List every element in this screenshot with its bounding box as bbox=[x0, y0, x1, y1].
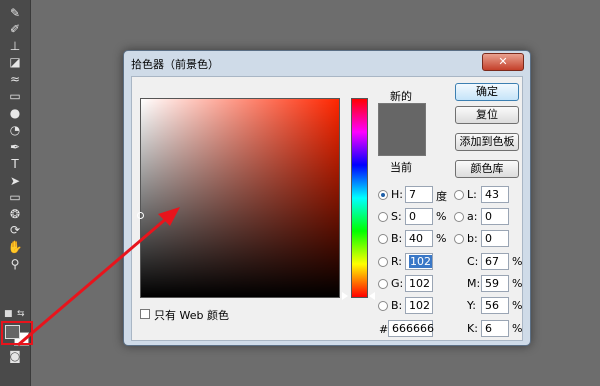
color-field-marker[interactable] bbox=[137, 212, 144, 219]
dodge-icon[interactable]: ◔ bbox=[6, 123, 24, 137]
dialog-titlebar[interactable]: 拾色器（前景色） ✕ bbox=[124, 51, 530, 73]
lab-b-radio[interactable] bbox=[454, 234, 464, 244]
saturation-input[interactable]: 0 bbox=[405, 208, 433, 225]
brightness-label: B: bbox=[391, 232, 403, 245]
cyan-input[interactable]: 67 bbox=[481, 253, 509, 270]
blue-input[interactable]: 102 bbox=[405, 297, 433, 314]
saturation-unit: % bbox=[436, 210, 447, 223]
lab-b-input[interactable]: 0 bbox=[481, 230, 509, 247]
red-input-value: 102 bbox=[409, 255, 432, 268]
brightness-unit: % bbox=[436, 232, 447, 245]
lab-a-input[interactable]: 0 bbox=[481, 208, 509, 225]
smudge-icon[interactable]: ≈ bbox=[6, 72, 24, 86]
eraser-icon[interactable]: ◪ bbox=[6, 55, 24, 69]
hue-slider-right-arrow-icon[interactable] bbox=[369, 292, 375, 300]
dialog-client: 只有 Web 颜色 新的 当前 确定 复位 添加到色板 颜色库 H: 7 度 S… bbox=[131, 76, 523, 341]
saturation-label: S: bbox=[391, 210, 402, 223]
lab-l-input[interactable]: 43 bbox=[481, 186, 509, 203]
saturation-radio[interactable] bbox=[378, 212, 388, 222]
stamp-icon[interactable]: ⊥ bbox=[6, 39, 24, 53]
swatch-highlight-box bbox=[1, 321, 33, 345]
3d-rotate-icon[interactable]: ❂ bbox=[6, 207, 24, 221]
current-color-label: 当前 bbox=[390, 161, 412, 174]
3d-orbit-icon[interactable]: ⟳ bbox=[6, 223, 24, 237]
hex-label: # bbox=[379, 323, 389, 336]
hue-radio[interactable] bbox=[378, 190, 388, 200]
hue-slider[interactable] bbox=[351, 98, 368, 298]
web-only-checkbox[interactable] bbox=[140, 309, 150, 319]
green-label: G: bbox=[391, 277, 404, 290]
hue-label: H: bbox=[391, 188, 403, 201]
blue-label: B: bbox=[391, 299, 403, 312]
black-input[interactable]: 6 bbox=[481, 320, 509, 337]
color-field[interactable] bbox=[137, 98, 340, 298]
hand-icon[interactable]: ✋ bbox=[6, 240, 24, 254]
brightness-input[interactable]: 40 bbox=[405, 230, 433, 247]
cyan-unit: % bbox=[512, 255, 523, 268]
yellow-input[interactable]: 56 bbox=[481, 297, 509, 314]
gradient-icon[interactable]: ▭ bbox=[6, 89, 24, 103]
lab-a-radio[interactable] bbox=[454, 212, 464, 222]
brush-icon[interactable]: ✐ bbox=[6, 22, 24, 36]
history-brush-icon[interactable]: ✎ bbox=[6, 6, 24, 20]
yellow-unit: % bbox=[512, 299, 523, 312]
quick-mask-icon[interactable]: ◙ bbox=[6, 349, 24, 363]
swap-colors-icon[interactable]: ⇆ bbox=[17, 309, 25, 319]
cyan-label: C: bbox=[467, 255, 479, 268]
add-to-swatches-button[interactable]: 添加到色板 bbox=[455, 133, 519, 151]
toolbox: ✎ ✐ ⊥ ◪ ≈ ▭ ● ◔ ✒ T ➤ ▭ ❂ ⟳ ✋ ⚲ ■ ⇆ ◙ bbox=[0, 0, 33, 386]
blur-icon[interactable]: ● bbox=[6, 106, 24, 120]
magenta-label: M: bbox=[467, 277, 481, 290]
zoom-icon[interactable]: ⚲ bbox=[6, 257, 24, 271]
black-unit: % bbox=[512, 322, 523, 335]
ok-button[interactable]: 确定 bbox=[455, 83, 519, 101]
magenta-input[interactable]: 59 bbox=[481, 275, 509, 292]
color-picker-dialog: 拾色器（前景色） ✕ 只有 Web 颜色 新的 当前 确定 复位 添加到色板 颜… bbox=[123, 50, 531, 346]
pen-icon[interactable]: ✒ bbox=[6, 140, 24, 154]
web-only-label: 只有 Web 颜色 bbox=[154, 309, 229, 322]
hue-slider-left-arrow-icon[interactable] bbox=[342, 292, 348, 300]
blue-radio[interactable] bbox=[378, 301, 388, 311]
red-input[interactable]: 102 bbox=[405, 253, 433, 270]
green-radio[interactable] bbox=[378, 279, 388, 289]
black-label: K: bbox=[467, 322, 478, 335]
lab-l-label: L: bbox=[467, 188, 477, 201]
new-color-label: 新的 bbox=[390, 90, 412, 103]
lab-a-label: a: bbox=[467, 210, 478, 223]
yellow-label: Y: bbox=[467, 299, 476, 312]
hue-input[interactable]: 7 bbox=[405, 186, 433, 203]
default-colors-icon[interactable]: ■ bbox=[4, 309, 13, 319]
reset-button[interactable]: 复位 bbox=[455, 106, 519, 124]
magenta-unit: % bbox=[512, 277, 523, 290]
type-icon[interactable]: T bbox=[6, 157, 24, 171]
red-label: R: bbox=[391, 255, 403, 268]
red-radio[interactable] bbox=[378, 257, 388, 267]
color-libraries-button[interactable]: 颜色库 bbox=[455, 160, 519, 178]
close-button[interactable]: ✕ bbox=[482, 53, 524, 71]
color-preview bbox=[378, 103, 426, 156]
hex-input[interactable]: 666666 bbox=[388, 320, 434, 337]
lab-b-label: b: bbox=[467, 232, 478, 245]
path-select-icon[interactable]: ➤ bbox=[6, 174, 24, 188]
brightness-radio[interactable] bbox=[378, 234, 388, 244]
hue-unit: 度 bbox=[436, 190, 447, 203]
shape-icon[interactable]: ▭ bbox=[6, 190, 24, 204]
lab-l-radio[interactable] bbox=[454, 190, 464, 200]
green-input[interactable]: 102 bbox=[405, 275, 433, 292]
dialog-title: 拾色器（前景色） bbox=[131, 58, 219, 71]
